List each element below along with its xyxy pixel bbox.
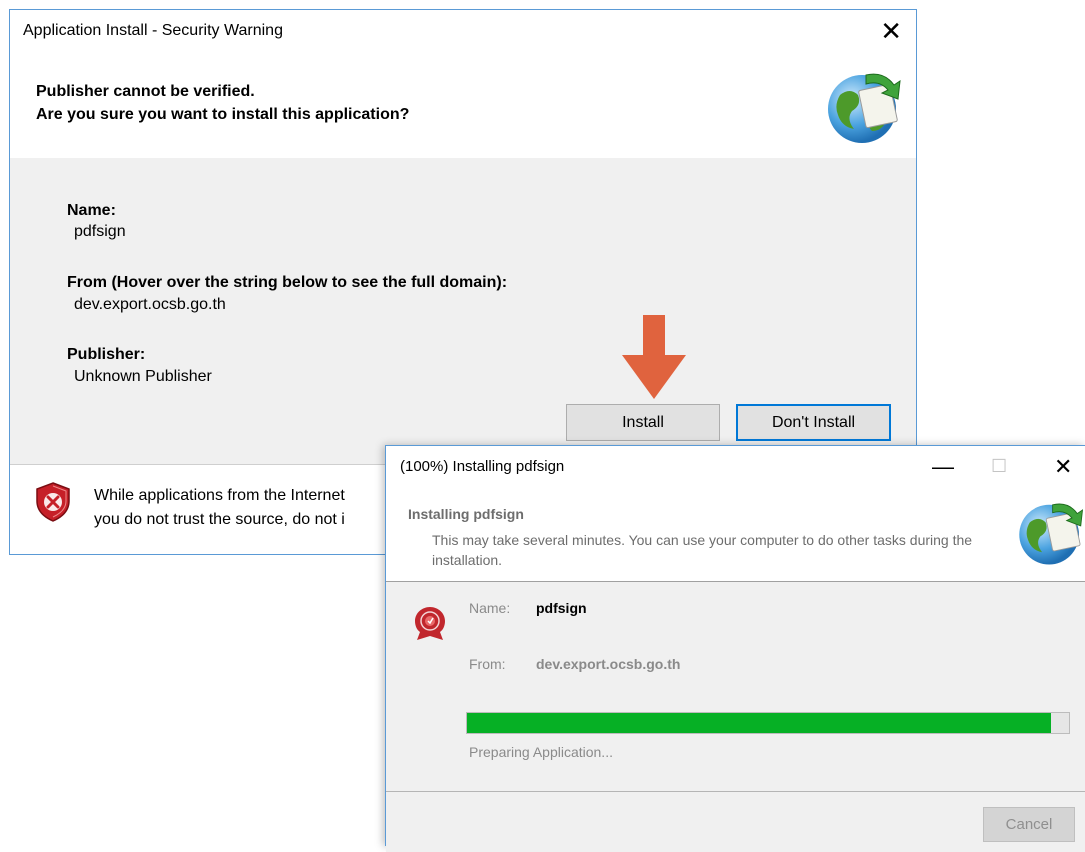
- close-icon[interactable]: ✕: [1054, 454, 1072, 480]
- application-install-globe-icon: [828, 73, 901, 143]
- security-shield-icon: [36, 482, 70, 522]
- publisher-value: Unknown Publisher: [74, 368, 212, 385]
- warning-message: While applications from the Internet you…: [94, 484, 345, 532]
- certificate-seal-icon: [415, 607, 445, 640]
- warning-line-2: you do not trust the source, do not i: [94, 511, 345, 528]
- window-title: (100%) Installing pdfsign: [400, 458, 565, 475]
- dont-install-button[interactable]: Don't Install: [736, 404, 891, 441]
- install-description: This may take several minutes. You can u…: [432, 532, 973, 568]
- application-install-globe-icon: [1019, 503, 1084, 565]
- title-bar: Application Install - Security Warning ✕: [10, 10, 916, 54]
- minimize-icon[interactable]: —: [932, 454, 954, 480]
- close-icon[interactable]: ✕: [880, 15, 902, 47]
- window-title: Application Install - Security Warning: [23, 22, 283, 39]
- footer-panel: [386, 792, 1085, 852]
- progress-fill: [467, 713, 1051, 733]
- progress-bar: [466, 712, 1070, 734]
- from-value[interactable]: dev.export.ocsb.go.th: [74, 296, 226, 314]
- warning-heading: Publisher cannot be verified. Are you su…: [36, 80, 409, 126]
- publisher-label: Publisher:: [67, 346, 146, 363]
- name-value: pdfsign: [536, 600, 587, 616]
- cancel-button: Cancel: [983, 807, 1075, 842]
- from-value: dev.export.ocsb.go.th: [536, 656, 681, 672]
- from-label: From:: [469, 656, 506, 672]
- maximize-icon: ☐: [991, 456, 1008, 476]
- install-progress-dialog: (100%) Installing pdfsign — ☐ ✕ Installi…: [385, 445, 1085, 852]
- heading-line-1: Publisher cannot be verified.: [36, 83, 255, 100]
- name-value: pdfsign: [74, 223, 126, 240]
- from-label: From (Hover over the string below to see…: [67, 274, 508, 291]
- name-label: Name:: [469, 600, 511, 616]
- warning-line-1: While applications from the Internet: [94, 487, 345, 504]
- name-label: Name:: [67, 202, 116, 219]
- install-button[interactable]: Install: [566, 404, 720, 441]
- install-heading: Installing pdfsign: [408, 506, 524, 522]
- down-arrow-icon: [622, 315, 686, 399]
- heading-line-2: Are you sure you want to install this ap…: [36, 106, 410, 123]
- status-text: Preparing Application...: [469, 744, 613, 760]
